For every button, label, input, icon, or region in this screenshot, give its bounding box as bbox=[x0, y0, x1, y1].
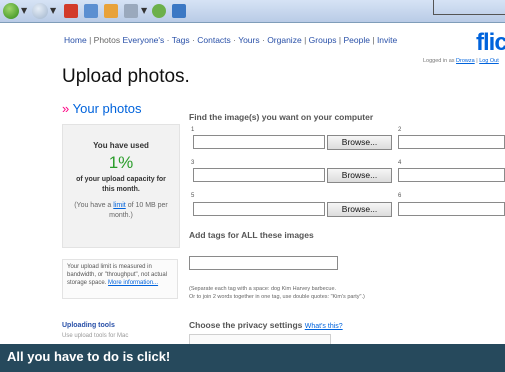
tags-help-line-1: (Separate each tag with a space: dog Kim… bbox=[189, 286, 337, 292]
print-dropdown-icon[interactable]: ▼ bbox=[141, 6, 147, 15]
browser-toolbar: ▼ ▼ ▼ bbox=[0, 0, 505, 23]
slot-number: 4 bbox=[398, 160, 402, 166]
window-divider-horizontal bbox=[433, 14, 505, 15]
slot-number: 1 bbox=[191, 127, 195, 133]
nav-separator: | bbox=[89, 35, 92, 45]
usage-heading: You have used bbox=[93, 141, 149, 150]
browse-button-3[interactable]: Browse... bbox=[327, 168, 392, 183]
nav-everyones[interactable]: Everyone's bbox=[123, 35, 165, 45]
nav-separator: | bbox=[372, 35, 375, 45]
nav-groups[interactable]: Groups bbox=[309, 35, 337, 45]
find-images-label: Find the image(s) you want on your compu… bbox=[189, 112, 374, 122]
logged-in-text: Logged in as bbox=[423, 58, 455, 64]
nav-contacts[interactable]: Contacts bbox=[197, 35, 231, 45]
page-icon[interactable] bbox=[172, 4, 186, 18]
file-input-5[interactable] bbox=[193, 202, 325, 216]
tags-label: Add tags for ALL these images bbox=[189, 230, 314, 240]
slot-number: 2 bbox=[398, 127, 402, 133]
your-photos-label: Your photos bbox=[72, 101, 142, 116]
favorites-icon[interactable] bbox=[152, 4, 166, 18]
forward-dropdown-icon[interactable]: ▼ bbox=[50, 6, 56, 15]
whats-this-link[interactable]: What's this? bbox=[305, 323, 343, 330]
privacy-heading: Choose the privacy settings What's this? bbox=[189, 320, 343, 330]
username-link[interactable]: Drowza bbox=[456, 58, 475, 64]
flickr-logo[interactable]: flic bbox=[476, 29, 505, 57]
usage-limit-text: (You have a limit of 10 MB per month.) bbox=[63, 201, 179, 221]
nav-organize[interactable]: Organize bbox=[267, 35, 302, 45]
slot-number: 6 bbox=[398, 193, 402, 199]
your-photos-link[interactable]: » Your photos bbox=[62, 101, 142, 116]
logged-in-status: Logged in as Drowza | Log Out bbox=[423, 58, 499, 64]
file-input-2[interactable] bbox=[398, 135, 505, 149]
tags-help: (Separate each tag with a space: dog Kim… bbox=[189, 285, 365, 301]
nav-invite[interactable]: Invite bbox=[377, 35, 397, 45]
flickr-nav: Home | Photos Everyone's · Tags · Contac… bbox=[64, 35, 398, 45]
caption-text: All you have to do is click! bbox=[7, 349, 171, 364]
file-input-3[interactable] bbox=[193, 168, 325, 182]
nav-photos: Photos bbox=[93, 35, 121, 45]
raquo-icon: » bbox=[62, 101, 70, 116]
limit-prefix: (You have a bbox=[74, 202, 112, 209]
home-icon[interactable] bbox=[104, 4, 118, 18]
logout-link[interactable]: Log Out bbox=[479, 58, 499, 64]
file-input-4[interactable] bbox=[398, 168, 505, 182]
uploading-tools-heading[interactable]: Uploading tools bbox=[62, 322, 115, 329]
refresh-icon[interactable] bbox=[84, 4, 98, 18]
forward-icon[interactable] bbox=[32, 3, 48, 19]
nav-tags[interactable]: Tags bbox=[172, 35, 190, 45]
usage-percent: 1% bbox=[108, 153, 134, 172]
nav-yours[interactable]: Yours bbox=[238, 35, 259, 45]
page-title: Upload photos. bbox=[62, 66, 190, 87]
usage-capacity-text: of your upload capacity for this month. bbox=[76, 176, 166, 193]
browse-button-1[interactable]: Browse... bbox=[327, 135, 392, 150]
nav-separator: | bbox=[338, 35, 342, 45]
slot-number: 5 bbox=[191, 193, 195, 199]
privacy-label: Choose the privacy settings bbox=[189, 320, 303, 330]
back-dropdown-icon[interactable]: ▼ bbox=[21, 6, 27, 15]
back-icon[interactable] bbox=[3, 3, 19, 19]
file-input-1[interactable] bbox=[193, 135, 325, 149]
nav-people[interactable]: People bbox=[344, 35, 370, 45]
nav-home[interactable]: Home bbox=[64, 35, 87, 45]
more-information-link[interactable]: More information... bbox=[108, 280, 158, 286]
slot-number: 3 bbox=[191, 160, 195, 166]
window-divider bbox=[433, 0, 434, 15]
stop-icon[interactable] bbox=[64, 4, 78, 18]
file-input-6[interactable] bbox=[398, 202, 505, 216]
tags-input[interactable] bbox=[189, 256, 338, 270]
upload-usage-box: You have used 1% of your upload capacity… bbox=[62, 124, 180, 248]
tags-help-line-2: Or to join 2 words together in one tag, … bbox=[189, 294, 365, 300]
print-icon[interactable] bbox=[124, 4, 138, 18]
limit-note-box: Your upload limit is measured in bandwid… bbox=[62, 259, 178, 299]
uploading-tools-sub: Use upload tools for Mac bbox=[62, 333, 129, 339]
limit-link[interactable]: limit bbox=[113, 202, 125, 209]
nav-separator: | bbox=[304, 35, 307, 45]
browse-button-5[interactable]: Browse... bbox=[327, 202, 392, 217]
